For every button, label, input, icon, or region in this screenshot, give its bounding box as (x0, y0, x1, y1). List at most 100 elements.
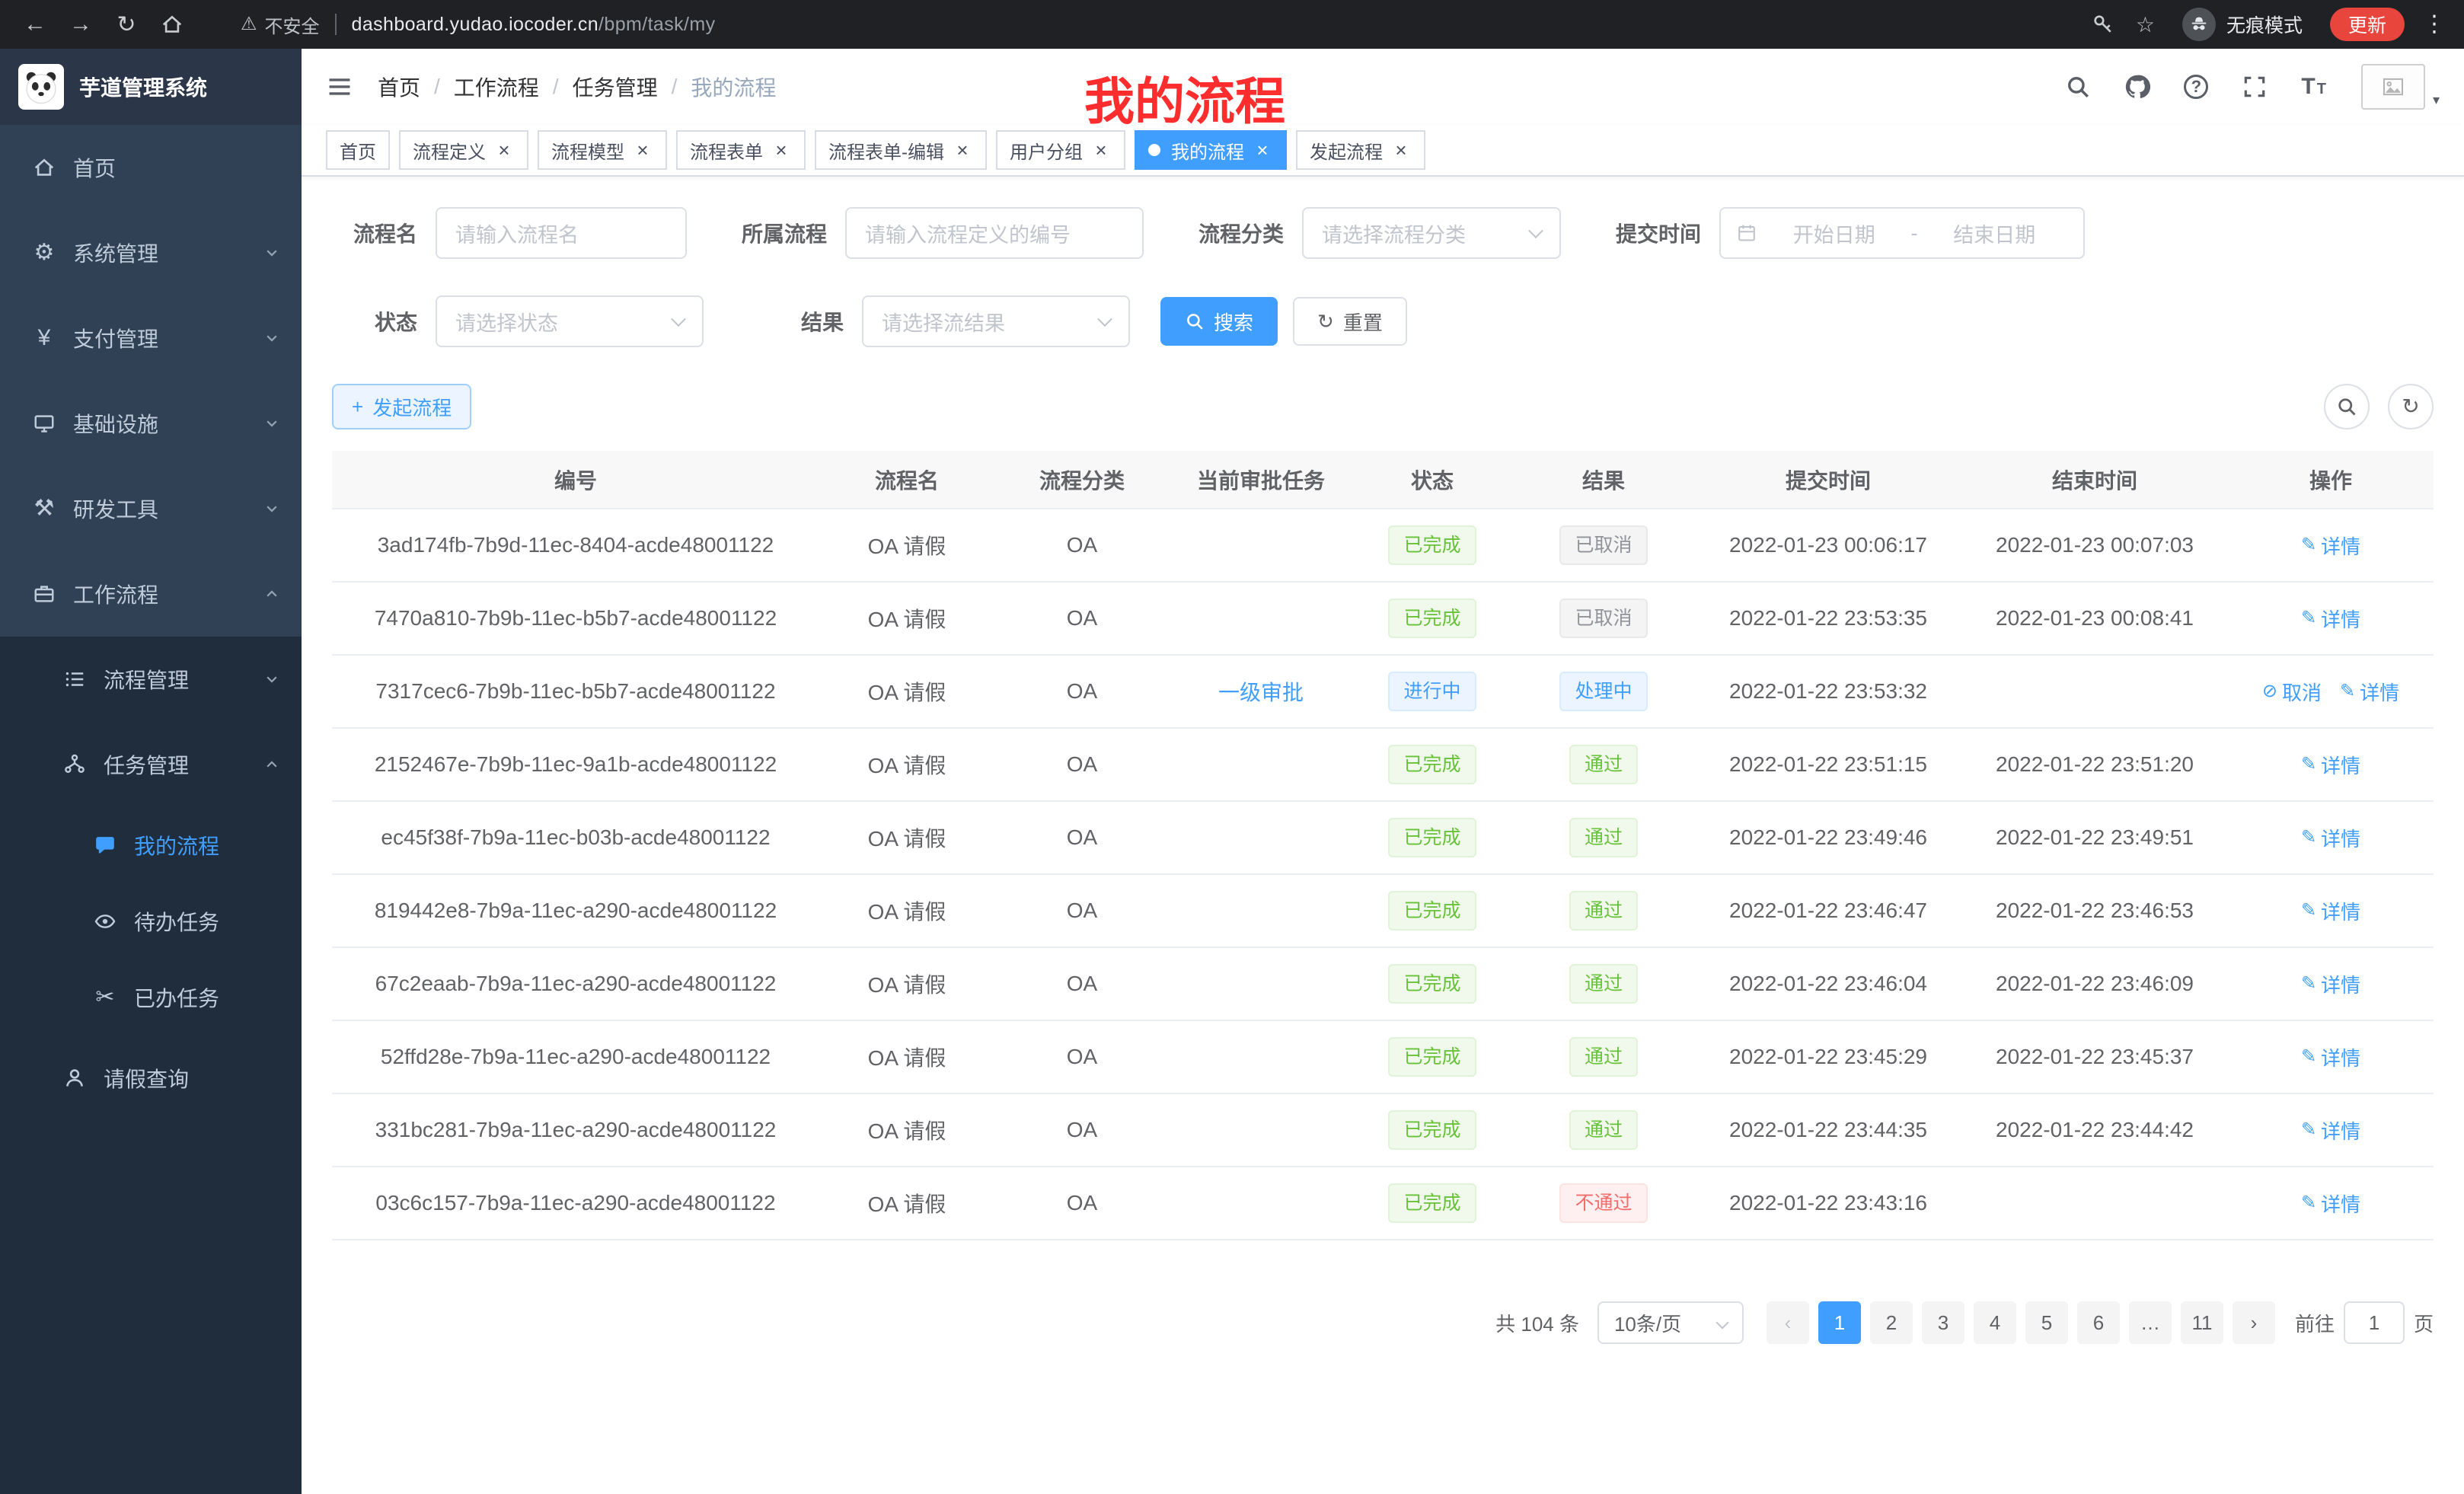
sidebar-item-system[interactable]: ⚙系统管理 (0, 210, 302, 295)
close-icon[interactable]: × (493, 139, 515, 161)
breadcrumb-item[interactable]: 工作流程 (454, 72, 539, 102)
tab-process-definition[interactable]: 流程定义× (399, 130, 528, 170)
page-button-3[interactable]: 3 (1922, 1301, 1964, 1344)
close-icon[interactable]: × (632, 139, 653, 161)
create-process-button[interactable]: +发起流程 (332, 384, 471, 429)
url-domain: dashboard.yudao.iocoder.cn (352, 14, 599, 35)
detail-action[interactable]: ✎详情 (2301, 824, 2360, 852)
page-button-5[interactable]: 5 (2025, 1301, 2068, 1344)
tab-user-group[interactable]: 用户分组× (996, 130, 1125, 170)
submit-time-daterange[interactable]: 开始日期-结束日期 (1719, 207, 2085, 259)
browser-chrome: ←→↻ ⚠ 不安全 dashboard.yudao.iocoder.cn/bpm… (0, 0, 2464, 49)
tab-process-form[interactable]: 流程表单× (676, 130, 806, 170)
url-text[interactable]: dashboard.yudao.iocoder.cn/bpm/task/my (352, 14, 716, 36)
status-select[interactable]: 请选择状态 (436, 295, 704, 347)
question-icon[interactable]: ? (2184, 75, 2208, 99)
detail-action[interactable]: ✎详情 (2301, 751, 2360, 779)
tab-process-model[interactable]: 流程模型× (538, 130, 667, 170)
user-avatar[interactable]: ▾ (2361, 64, 2440, 110)
header-icon-group: ? TT (2065, 74, 2328, 100)
sidebar-item-label: 任务管理 (104, 749, 189, 780)
cancel-action[interactable]: ⊘取消 (2262, 678, 2322, 706)
page-size-select[interactable]: 10条/页 (1597, 1301, 1744, 1344)
address-bar[interactable]: ⚠ 不安全 dashboard.yudao.iocoder.cn/bpm/tas… (241, 11, 2092, 38)
breadcrumb-item[interactable]: 首页 (378, 72, 420, 102)
prev-page-button[interactable]: ‹ (1767, 1301, 1809, 1344)
reload-icon[interactable]: ↻ (107, 5, 146, 44)
detail-action[interactable]: ✎详情 (2301, 1189, 2360, 1218)
process-name-input[interactable]: 请输入流程名 (436, 207, 687, 259)
hamburger-icon[interactable] (326, 73, 353, 101)
current-task-link[interactable]: 一级审批 (1218, 681, 1304, 704)
goto-page-input[interactable] (2344, 1301, 2405, 1344)
back-icon[interactable]: ← (15, 5, 55, 44)
search-button[interactable]: 搜索 (1160, 297, 1278, 346)
home-icon[interactable] (152, 5, 192, 44)
cell-category: OA (994, 947, 1170, 1020)
next-page-button[interactable]: › (2233, 1301, 2275, 1344)
close-icon[interactable]: × (771, 139, 792, 161)
column-header: 状态 (1352, 451, 1512, 509)
detail-action[interactable]: ✎详情 (2301, 532, 2360, 560)
close-icon[interactable]: × (1390, 139, 1412, 161)
fullscreen-icon[interactable] (2242, 74, 2268, 100)
close-icon[interactable]: × (952, 139, 973, 161)
sidebar-item-todo-task[interactable]: 待办任务 (0, 883, 302, 959)
tab-my-process[interactable]: 我的流程× (1135, 130, 1287, 170)
forward-icon[interactable]: → (61, 5, 101, 44)
goto-prefix: 前往 (2295, 1309, 2335, 1337)
sidebar-item-home[interactable]: 首页 (0, 125, 302, 210)
reset-button[interactable]: ↻重置 (1293, 297, 1407, 346)
page-button-6[interactable]: 6 (2077, 1301, 2120, 1344)
breadcrumb-item[interactable]: 任务管理 (573, 72, 658, 102)
cell-id: 7317cec6-7b9b-11ec-b5b7-acde48001122 (332, 655, 819, 728)
page-button-4[interactable]: 4 (1974, 1301, 2016, 1344)
cell-process-name: OA 请假 (819, 874, 994, 947)
detail-action[interactable]: ✎详情 (2301, 1116, 2360, 1144)
detail-action[interactable]: ✎详情 (2340, 678, 2399, 706)
star-icon[interactable]: ☆ (2136, 12, 2155, 37)
sidebar-item-done-task[interactable]: ✂已办任务 (0, 959, 302, 1036)
detail-action[interactable]: ✎详情 (2301, 970, 2360, 998)
sidebar-item-task-mgmt[interactable]: 任务管理 (0, 722, 302, 807)
kebab-menu-icon[interactable]: ⋮ (2423, 13, 2446, 36)
page-button-…[interactable]: … (2129, 1301, 2172, 1344)
sidebar-item-label: 系统管理 (73, 238, 158, 268)
sidebar-item-my-process[interactable]: 我的流程 (0, 807, 302, 883)
page-button-1[interactable]: 1 (1818, 1301, 1861, 1344)
refresh-button[interactable]: ↻ (2388, 384, 2434, 429)
cell-current-task (1170, 728, 1352, 801)
sidebar-item-payment[interactable]: ¥支付管理 (0, 295, 302, 381)
sidebar-item-process-mgmt[interactable]: 流程管理 (0, 637, 302, 722)
sidebar-item-workflow[interactable]: 工作流程 (0, 551, 302, 637)
toggle-search-button[interactable] (2324, 384, 2370, 429)
tab-process-form-edit[interactable]: 流程表单-编辑× (815, 130, 987, 170)
detail-action[interactable]: ✎详情 (2301, 897, 2360, 925)
font-size-icon[interactable]: TT (2301, 74, 2328, 100)
result-select[interactable]: 请选择流结果 (862, 295, 1130, 347)
detail-action[interactable]: ✎详情 (2301, 1043, 2360, 1071)
detail-action[interactable]: ✎详情 (2301, 605, 2360, 633)
key-icon[interactable] (2092, 13, 2115, 36)
app-logo[interactable]: 芋道管理系统 (0, 49, 302, 125)
cell-category: OA (994, 655, 1170, 728)
edit-icon: ✎ (2301, 1121, 2316, 1139)
cell-end-time: 2022-01-22 23:44:42 (1961, 1093, 2228, 1167)
tab-start-process[interactable]: 发起流程× (1296, 130, 1425, 170)
update-button[interactable]: 更新 (2330, 8, 2405, 41)
close-icon[interactable]: × (1090, 139, 1112, 161)
process-category-select[interactable]: 请选择流程分类 (1302, 207, 1561, 259)
sidebar-item-infrastructure[interactable]: 基础设施 (0, 381, 302, 466)
tab-home[interactable]: 首页 (326, 130, 390, 170)
github-icon[interactable] (2124, 74, 2150, 100)
close-icon[interactable]: × (1252, 139, 1273, 161)
sidebar-item-dev-tools[interactable]: ⚒研发工具 (0, 466, 302, 551)
search-icon[interactable] (2065, 74, 2091, 100)
table-row: ec45f38f-7b9a-11ec-b03b-acde48001122OA 请… (332, 801, 2434, 874)
cell-result: 通过 (1512, 1093, 1695, 1167)
page-button-11[interactable]: 11 (2181, 1301, 2223, 1344)
page-button-2[interactable]: 2 (1870, 1301, 1913, 1344)
security-label[interactable]: 不安全 (265, 11, 320, 38)
process-definition-input[interactable]: 请输入流程定义的编号 (845, 207, 1144, 259)
sidebar-item-leave-query[interactable]: 请假查询 (0, 1036, 302, 1121)
